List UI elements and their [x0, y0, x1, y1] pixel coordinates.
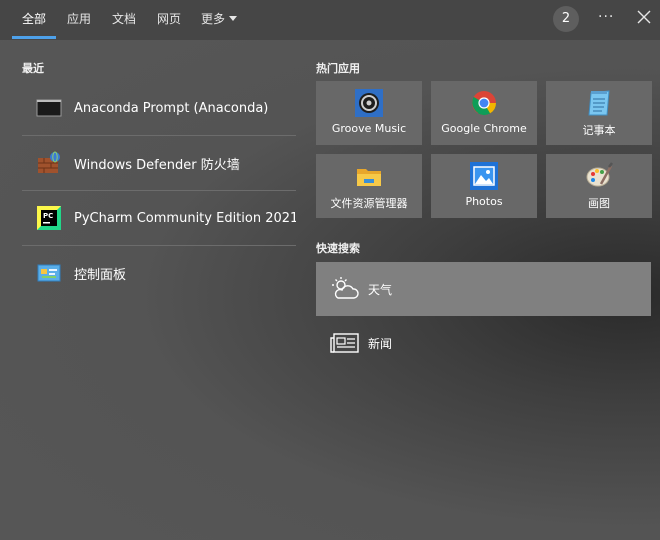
tab-apps[interactable]: 应用 [67, 10, 91, 27]
app-tile-google-chrome[interactable]: Google Chrome [431, 81, 537, 145]
tab-web[interactable]: 网页 [157, 10, 181, 27]
quick-search-label: 天气 [368, 282, 393, 297]
app-tile-notepad[interactable]: 记事本 [546, 81, 652, 145]
recent-item-control-panel[interactable]: 控制面板 [22, 246, 296, 300]
search-top-bar: 全部 应用 文档 网页 更多 2 ··· [0, 0, 660, 40]
tab-more-label: 更多 [201, 12, 226, 26]
app-tile-photos[interactable]: Photos [431, 154, 537, 218]
more-options-icon[interactable]: ··· [598, 9, 614, 25]
app-tile-groove-music[interactable]: Groove Music [316, 81, 422, 145]
app-tile-label: Google Chrome [441, 122, 527, 135]
active-tab-indicator [12, 36, 56, 39]
tab-more[interactable]: 更多 [201, 10, 238, 27]
recent-item-label: Windows Defender 防火墙 [74, 157, 240, 173]
svg-text:PC: PC [43, 212, 53, 220]
quick-search-label: 新闻 [368, 336, 393, 351]
recent-item-label: 控制面板 [74, 267, 127, 283]
app-tile-label: 记事本 [582, 124, 616, 137]
top-apps-heading: 热门应用 [316, 62, 360, 75]
recent-item-windows-defender-firewall[interactable]: Windows Defender 防火墙 [22, 136, 296, 190]
recent-item-label: PyCharm Community Edition 2021... [74, 210, 296, 226]
control-panel-icon [37, 264, 61, 282]
recent-heading: 最近 [22, 62, 44, 75]
quick-search-heading: 快速搜索 [316, 242, 360, 255]
app-tile-label: 文件资源管理器 [330, 197, 408, 210]
rewards-badge[interactable]: 2 [553, 6, 579, 32]
chrome-icon [472, 91, 496, 116]
app-tile-label: Groove Music [331, 122, 407, 135]
tab-all[interactable]: 全部 [22, 10, 46, 27]
app-tile-paint[interactable]: 画图 [546, 154, 652, 218]
app-tile-label: 画图 [588, 197, 610, 210]
chevron-down-icon [229, 16, 238, 21]
app-tile-file-explorer[interactable]: 文件资源管理器 [316, 154, 422, 218]
recent-item-anaconda-prompt[interactable]: Anaconda Prompt (Anaconda) [22, 81, 296, 135]
app-tile-label: Photos [465, 195, 503, 208]
news-icon [330, 333, 359, 353]
paint-icon [586, 162, 613, 187]
quick-search-news[interactable]: 新闻 [316, 316, 651, 370]
notepad-icon [588, 90, 610, 116]
pycharm-icon: PC [37, 206, 61, 230]
recent-item-pycharm[interactable]: PC PyCharm Community Edition 2021... [22, 191, 296, 245]
terminal-icon [36, 99, 62, 117]
firewall-icon [38, 151, 60, 173]
close-icon[interactable] [636, 9, 652, 25]
groove-music-icon [355, 89, 383, 117]
photos-icon [470, 162, 498, 190]
file-explorer-icon [357, 169, 381, 186]
tab-documents[interactable]: 文档 [112, 10, 136, 27]
weather-icon [332, 277, 359, 299]
quick-search-weather[interactable]: 天气 [316, 262, 651, 316]
recent-item-label: Anaconda Prompt (Anaconda) [74, 100, 269, 116]
